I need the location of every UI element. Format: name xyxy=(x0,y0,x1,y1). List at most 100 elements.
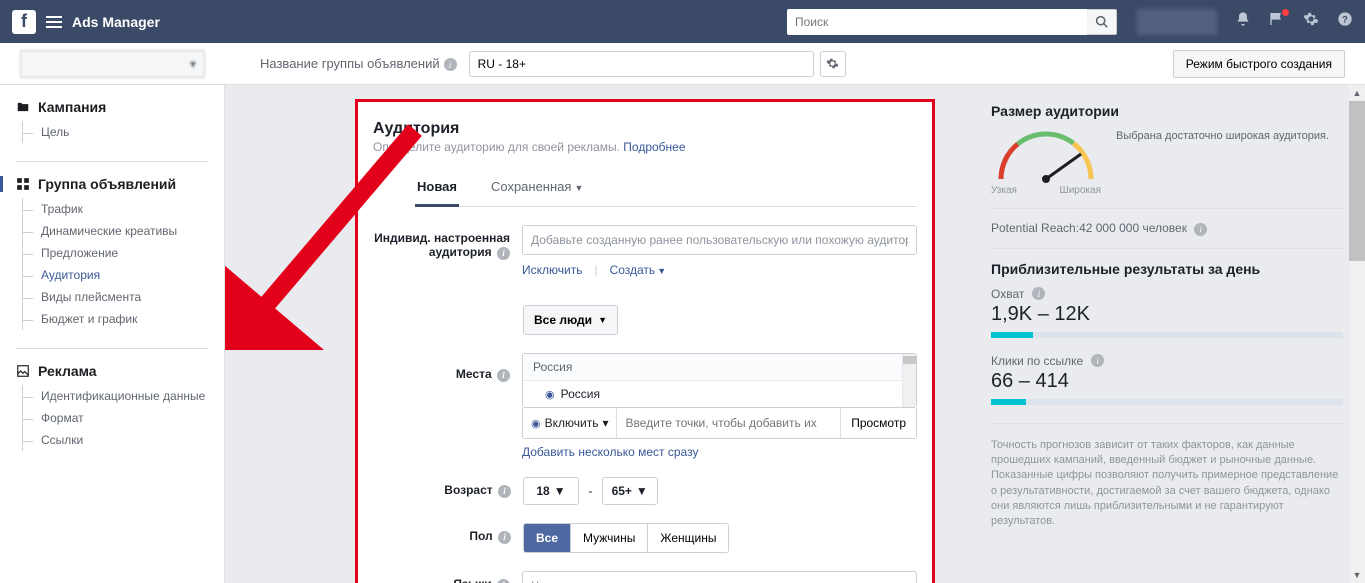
sidebar-item-dynamic[interactable]: Динамические креативы xyxy=(22,220,224,242)
info-icon[interactable]: i xyxy=(1194,223,1207,236)
user-account-pill[interactable] xyxy=(1137,9,1217,35)
sidebar-item-format[interactable]: Формат xyxy=(22,407,224,429)
divider xyxy=(991,248,1343,249)
info-icon[interactable]: i xyxy=(1032,287,1045,300)
sidebar-item-traffic[interactable]: Трафик xyxy=(22,198,224,220)
top-right-icons: ? xyxy=(1137,9,1353,35)
chevron-down-icon: ▾ xyxy=(602,416,608,430)
gauge-status-text: Выбрана достаточно широкая аудитория. xyxy=(1116,129,1329,144)
right-panel: Размер аудитории УзкаяШирокая xyxy=(973,85,1365,583)
add-multiple-locations-link[interactable]: Добавить несколько мест сразу xyxy=(522,445,698,459)
chevron-down-icon: ▼ xyxy=(636,484,648,498)
info-icon[interactable]: i xyxy=(444,58,457,71)
sidebar-item-placements[interactable]: Виды плейсмента xyxy=(22,286,224,308)
location-search-input[interactable] xyxy=(617,408,840,438)
info-icon[interactable]: i xyxy=(497,247,510,260)
custom-audience-input[interactable] xyxy=(522,225,917,255)
languages-label: Языки i xyxy=(373,571,522,583)
learn-more-link[interactable]: Подробнее xyxy=(623,140,685,154)
custom-audience-actions: Исключить|Создать▼ xyxy=(522,263,917,277)
folder-icon xyxy=(16,100,30,114)
subheader: Название группы объявленийi Режим быстро… xyxy=(0,43,1365,85)
gear-icon xyxy=(826,57,839,70)
clicks-value: 66 – 414 xyxy=(991,370,1343,393)
scrollbar-thumb[interactable] xyxy=(1349,101,1365,261)
row-gender: Пол i Все Мужчины Женщины xyxy=(373,523,917,553)
hamburger-icon[interactable] xyxy=(46,16,62,28)
info-icon[interactable]: i xyxy=(498,485,511,498)
pin-icon: ◉ xyxy=(545,388,555,401)
audience-tabs: Новая Сохраненная▼ xyxy=(415,179,917,207)
sidebar-item-offer[interactable]: Предложение xyxy=(22,242,224,264)
adset-settings-button[interactable] xyxy=(820,51,846,77)
include-dropdown[interactable]: ◉Включить ▾ xyxy=(523,408,617,438)
divider xyxy=(16,348,208,349)
tab-saved[interactable]: Сохраненная▼ xyxy=(489,179,585,206)
age-min-dropdown[interactable]: 18 ▼ xyxy=(523,477,579,505)
row-locations-everyone: Все люди▼ xyxy=(373,305,917,335)
reach-label: Охватi xyxy=(991,287,1343,301)
gender-button-group: Все Мужчины Женщины xyxy=(523,523,729,553)
search-button[interactable] xyxy=(1087,9,1117,35)
sidebar-item-identity[interactable]: Идентификационные данные xyxy=(22,385,224,407)
sidebar-section-ad: Реклама Идентификационные данные Формат … xyxy=(0,363,224,451)
location-country-header: Россия xyxy=(523,354,902,381)
custom-audience-label: Индивид. настроенная аудитория i xyxy=(373,225,522,277)
estimates-disclaimer: Точность прогнозов зависит от таких факт… xyxy=(991,438,1343,530)
potential-reach: Potential Reach:42 000 000 человек i xyxy=(991,221,1343,236)
bell-icon[interactable] xyxy=(1235,11,1251,32)
chevron-down-icon: ▼ xyxy=(657,266,666,276)
gender-female-button[interactable]: Женщины xyxy=(647,524,728,552)
location-item[interactable]: ◉ Россия xyxy=(523,381,902,407)
age-label: Возраст i xyxy=(373,477,523,505)
search-input[interactable] xyxy=(787,9,1087,35)
audience-size-title: Размер аудитории xyxy=(991,103,1343,119)
help-icon[interactable]: ? xyxy=(1337,11,1353,32)
sidebar-head-adset[interactable]: Группа объявлений xyxy=(0,176,224,192)
create-link[interactable]: Создать▼ xyxy=(610,263,667,277)
sidebar-head-ad[interactable]: Реклама xyxy=(16,363,224,379)
svg-text:?: ? xyxy=(1342,14,1348,24)
app-title: Ads Manager xyxy=(72,14,160,30)
exclude-link[interactable]: Исключить xyxy=(522,263,582,277)
facebook-logo[interactable]: f xyxy=(12,10,36,34)
chevron-down-icon: ▼ xyxy=(598,315,607,325)
sidebar-item-links[interactable]: Ссылки xyxy=(22,429,224,451)
row-languages: Языки i xyxy=(373,571,917,583)
languages-input[interactable] xyxy=(522,571,917,583)
locations-scrollbar[interactable] xyxy=(902,354,916,407)
sidebar-item-goal[interactable]: Цель xyxy=(22,121,224,143)
gender-male-button[interactable]: Мужчины xyxy=(570,524,647,552)
gender-all-button[interactable]: Все xyxy=(524,524,570,552)
sidebar-head-campaign[interactable]: Кампания xyxy=(16,99,224,115)
gauge-wrap: УзкаяШирокая Выбрана достаточно широкая … xyxy=(991,129,1343,196)
browse-button[interactable]: Просмотр xyxy=(840,408,916,438)
gear-icon[interactable] xyxy=(1303,11,1319,32)
info-icon[interactable]: i xyxy=(497,369,510,382)
tab-new[interactable]: Новая xyxy=(415,179,459,207)
audience-gauge xyxy=(991,129,1101,189)
flag-icon[interactable] xyxy=(1269,11,1285,32)
scroll-down-icon[interactable]: ▼ xyxy=(1349,567,1365,583)
pin-icon: ◉ xyxy=(531,417,541,430)
locations-label xyxy=(373,305,523,335)
quick-creation-mode-button[interactable]: Режим быстрого создания xyxy=(1173,50,1345,78)
scroll-up-icon[interactable]: ▲ xyxy=(1349,85,1365,101)
adset-name-input[interactable] xyxy=(469,51,814,77)
divider xyxy=(991,208,1343,209)
center-column: Аудитория Определите аудиторию для своей… xyxy=(225,85,973,583)
locations-box: Россия ◉ Россия xyxy=(522,353,917,408)
clicks-bar xyxy=(991,399,1343,405)
account-selector[interactable] xyxy=(20,50,205,78)
adset-name-label: Название группы объявленийi xyxy=(260,56,457,72)
page-scrollbar[interactable]: ▲ ▼ xyxy=(1349,85,1365,583)
sidebar-item-audience[interactable]: Аудитория xyxy=(22,264,224,286)
row-custom-audience: Индивид. настроенная аудитория i Исключи… xyxy=(373,225,917,277)
info-icon[interactable]: i xyxy=(497,579,510,583)
everyone-dropdown[interactable]: Все люди▼ xyxy=(523,305,618,335)
info-icon[interactable]: i xyxy=(498,531,511,544)
sidebar-item-budget[interactable]: Бюджет и график xyxy=(22,308,224,330)
age-max-dropdown[interactable]: 65+ ▼ xyxy=(602,477,658,505)
reach-bar xyxy=(991,332,1343,338)
info-icon[interactable]: i xyxy=(1091,354,1104,367)
